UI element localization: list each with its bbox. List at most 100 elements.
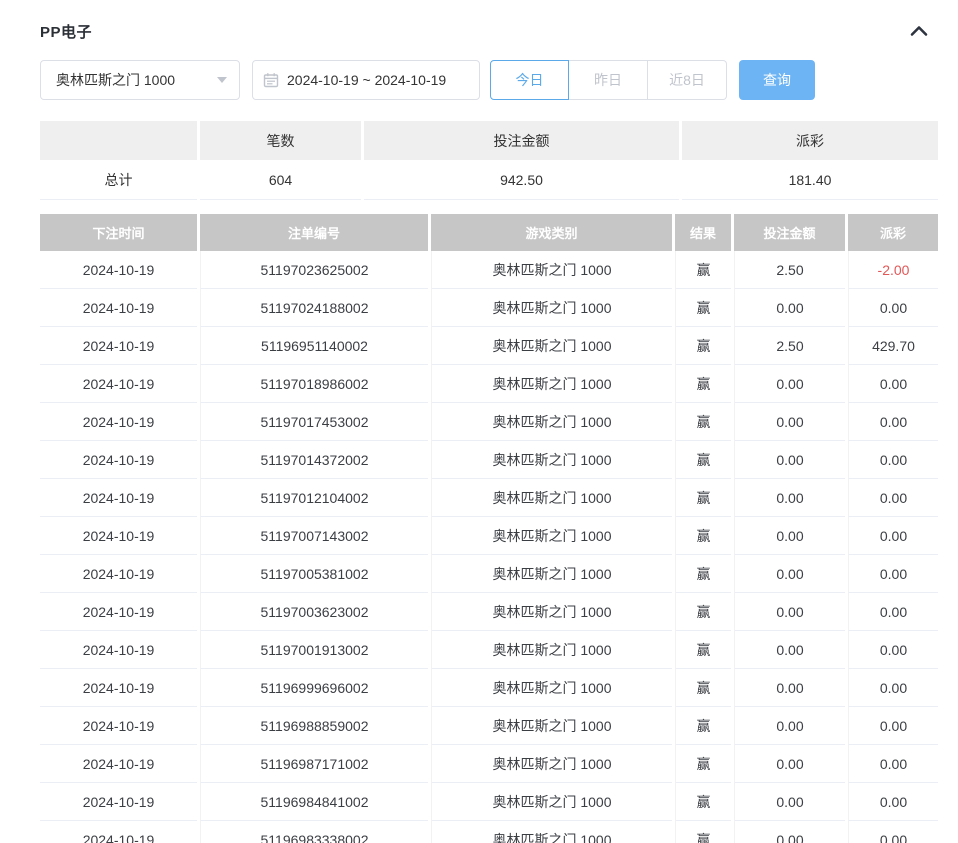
cell-bet-amount: 0.00 bbox=[734, 783, 845, 821]
cell-game: 奥林匹斯之门 1000 bbox=[431, 783, 672, 821]
cell-date: 2024-10-19 bbox=[40, 479, 197, 517]
cell-bet-id: 51197005381002 bbox=[200, 555, 428, 593]
cell-bet-amount: 2.50 bbox=[734, 327, 845, 365]
cell-bet-id: 51196951140002 bbox=[200, 327, 428, 365]
cell-bet-id: 51197012104002 bbox=[200, 479, 428, 517]
yesterday-button[interactable]: 昨日 bbox=[569, 60, 648, 100]
cell-bet-id: 51196983338002 bbox=[200, 821, 428, 843]
cell-payout: 0.00 bbox=[848, 631, 938, 669]
summary-header-blank bbox=[40, 121, 197, 160]
table-row: 2024-10-19 51197001913002 奥林匹斯之门 1000 赢 … bbox=[40, 631, 938, 669]
search-button[interactable]: 查询 bbox=[739, 60, 815, 100]
cell-bet-amount: 0.00 bbox=[734, 365, 845, 403]
table-row: 2024-10-19 51196999696002 奥林匹斯之门 1000 赢 … bbox=[40, 669, 938, 707]
today-button[interactable]: 今日 bbox=[490, 60, 569, 100]
collapse-button[interactable] bbox=[908, 23, 930, 39]
cell-bet-id: 51196988859002 bbox=[200, 707, 428, 745]
cell-result: 赢 bbox=[675, 289, 731, 327]
cell-game: 奥林匹斯之门 1000 bbox=[431, 517, 672, 555]
summary-total-row: 总计 604 942.50 181.40 bbox=[40, 160, 938, 200]
summary-header-count: 笔数 bbox=[200, 121, 361, 160]
cell-date: 2024-10-19 bbox=[40, 707, 197, 745]
caret-down-icon bbox=[217, 77, 227, 83]
table-row: 2024-10-19 51197007143002 奥林匹斯之门 1000 赢 … bbox=[40, 517, 938, 555]
quick-date-buttons: 今日 昨日 近8日 bbox=[490, 60, 727, 100]
date-range-picker[interactable]: 2024-10-19 ~ 2024-10-19 bbox=[252, 60, 480, 100]
col-header-bet-amount: 投注金额 bbox=[734, 214, 845, 251]
cell-payout: 0.00 bbox=[848, 821, 938, 843]
cell-date: 2024-10-19 bbox=[40, 517, 197, 555]
cell-date: 2024-10-19 bbox=[40, 251, 197, 289]
table-row: 2024-10-19 51197005381002 奥林匹斯之门 1000 赢 … bbox=[40, 555, 938, 593]
cell-game: 奥林匹斯之门 1000 bbox=[431, 441, 672, 479]
col-header-date: 下注时间 bbox=[40, 214, 197, 251]
cell-result: 赢 bbox=[675, 593, 731, 631]
cell-bet-amount: 0.00 bbox=[734, 745, 845, 783]
cell-result: 赢 bbox=[675, 441, 731, 479]
cell-result: 赢 bbox=[675, 365, 731, 403]
cell-bet-amount: 0.00 bbox=[734, 403, 845, 441]
summary-table: 笔数 投注金额 派彩 总计 604 942.50 181.40 bbox=[40, 121, 938, 200]
col-header-game: 游戏类别 bbox=[431, 214, 672, 251]
cell-bet-amount: 0.00 bbox=[734, 669, 845, 707]
cell-bet-id: 51196987171002 bbox=[200, 745, 428, 783]
calendar-icon bbox=[263, 72, 279, 88]
cell-payout: 429.70 bbox=[848, 327, 938, 365]
cell-bet-id: 51197017453002 bbox=[200, 403, 428, 441]
cell-result: 赢 bbox=[675, 327, 731, 365]
summary-table-header: 笔数 投注金额 派彩 bbox=[40, 121, 938, 160]
table-row: 2024-10-19 51196984841002 奥林匹斯之门 1000 赢 … bbox=[40, 783, 938, 821]
cell-payout: 0.00 bbox=[848, 555, 938, 593]
cell-game: 奥林匹斯之门 1000 bbox=[431, 479, 672, 517]
cell-bet-id: 51196984841002 bbox=[200, 783, 428, 821]
cell-bet-amount: 0.00 bbox=[734, 441, 845, 479]
cell-game: 奥林匹斯之门 1000 bbox=[431, 289, 672, 327]
cell-result: 赢 bbox=[675, 669, 731, 707]
cell-payout: 0.00 bbox=[848, 441, 938, 479]
cell-bet-amount: 0.00 bbox=[734, 821, 845, 843]
cell-date: 2024-10-19 bbox=[40, 745, 197, 783]
cell-payout: 0.00 bbox=[848, 593, 938, 631]
table-row: 2024-10-19 51197003623002 奥林匹斯之门 1000 赢 … bbox=[40, 593, 938, 631]
cell-result: 赢 bbox=[675, 517, 731, 555]
cell-date: 2024-10-19 bbox=[40, 403, 197, 441]
cell-bet-id: 51197014372002 bbox=[200, 441, 428, 479]
cell-result: 赢 bbox=[675, 555, 731, 593]
cell-result: 赢 bbox=[675, 631, 731, 669]
cell-date: 2024-10-19 bbox=[40, 365, 197, 403]
cell-payout: 0.00 bbox=[848, 707, 938, 745]
cell-date: 2024-10-19 bbox=[40, 631, 197, 669]
table-row: 2024-10-19 51196983338002 奥林匹斯之门 1000 赢 … bbox=[40, 821, 938, 843]
cell-game: 奥林匹斯之门 1000 bbox=[431, 593, 672, 631]
cell-date: 2024-10-19 bbox=[40, 783, 197, 821]
table-row: 2024-10-19 51197023625002 奥林匹斯之门 1000 赢 … bbox=[40, 251, 938, 289]
cell-date: 2024-10-19 bbox=[40, 441, 197, 479]
cell-bet-amount: 0.00 bbox=[734, 517, 845, 555]
cell-bet-amount: 2.50 bbox=[734, 251, 845, 289]
cell-bet-id: 51196999696002 bbox=[200, 669, 428, 707]
col-header-result: 结果 bbox=[675, 214, 731, 251]
cell-result: 赢 bbox=[675, 251, 731, 289]
game-select-value: 奥林匹斯之门 1000 bbox=[56, 70, 175, 90]
col-header-bet-id: 注单编号 bbox=[200, 214, 428, 251]
date-range-value: 2024-10-19 ~ 2024-10-19 bbox=[287, 72, 446, 88]
cell-bet-id: 51197001913002 bbox=[200, 631, 428, 669]
cell-payout: 0.00 bbox=[848, 669, 938, 707]
cell-result: 赢 bbox=[675, 479, 731, 517]
cell-payout: 0.00 bbox=[848, 783, 938, 821]
cell-date: 2024-10-19 bbox=[40, 593, 197, 631]
records-table: 下注时间 注单编号 游戏类别 结果 投注金额 派彩 2024-10-19 511… bbox=[40, 214, 938, 843]
cell-game: 奥林匹斯之门 1000 bbox=[431, 403, 672, 441]
game-select[interactable]: 奥林匹斯之门 1000 bbox=[40, 60, 240, 100]
table-row: 2024-10-19 51197017453002 奥林匹斯之门 1000 赢 … bbox=[40, 403, 938, 441]
cell-bet-id: 51197024188002 bbox=[200, 289, 428, 327]
cell-game: 奥林匹斯之门 1000 bbox=[431, 251, 672, 289]
cell-result: 赢 bbox=[675, 821, 731, 843]
cell-bet-amount: 0.00 bbox=[734, 555, 845, 593]
col-header-payout: 派彩 bbox=[848, 214, 938, 251]
last8days-button[interactable]: 近8日 bbox=[648, 60, 727, 100]
cell-game: 奥林匹斯之门 1000 bbox=[431, 327, 672, 365]
cell-game: 奥林匹斯之门 1000 bbox=[431, 365, 672, 403]
cell-bet-amount: 0.00 bbox=[734, 289, 845, 327]
cell-bet-amount: 0.00 bbox=[734, 707, 845, 745]
